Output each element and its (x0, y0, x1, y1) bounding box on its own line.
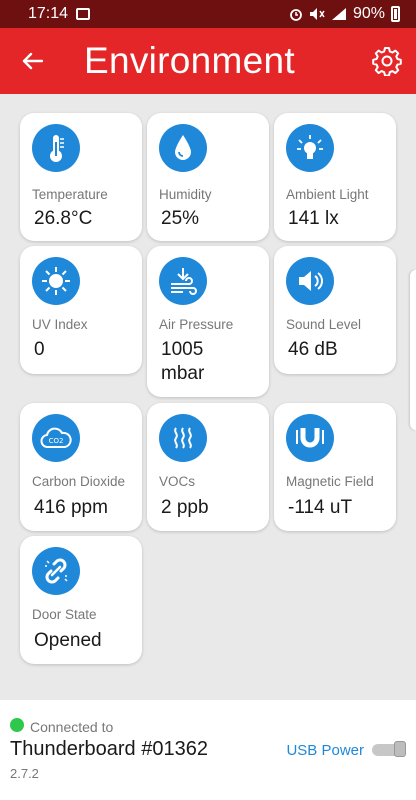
tile-carbon-dioxide[interactable]: CO2 Carbon Dioxide 416 ppm (20, 403, 142, 531)
status-time: 17:14 (28, 5, 69, 22)
broken-link-icon (32, 547, 80, 595)
status-bar: 17:14 90% (0, 0, 416, 28)
mute-icon (309, 8, 325, 20)
tile-value-unit: mbar (161, 363, 205, 384)
tile-label: Ambient Light (286, 187, 369, 202)
co2-icon-text: CO2 (49, 437, 64, 445)
page-title: Environment (84, 40, 296, 81)
tile-door-state[interactable]: Door State Opened (20, 536, 142, 664)
vapor-icon (159, 414, 207, 462)
scroll-edge-indicator[interactable] (410, 270, 416, 430)
image-notification-icon (76, 8, 91, 20)
device-name: Thunderboard #01362 (10, 738, 208, 760)
tile-value: 2 ppb (161, 497, 209, 518)
water-drop-icon (159, 124, 207, 172)
tile-label: Door State (32, 607, 97, 622)
sun-icon (32, 257, 80, 305)
tile-label: Air Pressure (159, 317, 234, 332)
settings-button[interactable] (368, 42, 406, 80)
co2-cloud-icon: CO2 (32, 414, 80, 462)
usb-power-icon (372, 741, 406, 757)
battery-percent: 90% (352, 5, 385, 22)
signal-icon (331, 8, 346, 20)
battery-icon (391, 6, 400, 22)
thermometer-icon (32, 124, 80, 172)
tile-value: -114 uT (288, 497, 353, 518)
alarm-icon (290, 9, 302, 21)
tile-ambient-light[interactable]: Ambient Light 141 lx (274, 113, 396, 241)
tile-value: 141 lx (288, 208, 339, 229)
tile-air-pressure[interactable]: Air Pressure 1005 mbar (147, 246, 269, 397)
tile-value: 416 ppm (34, 497, 108, 518)
connected-status-dot (10, 718, 24, 732)
tile-vocs[interactable]: VOCs 2 ppb (147, 403, 269, 531)
tile-label: Sound Level (286, 317, 362, 332)
app-version: 2.7.2 (10, 766, 39, 781)
back-button[interactable] (0, 28, 64, 94)
tile-uv-index[interactable]: UV Index 0 (20, 246, 142, 374)
air-pressure-icon (159, 257, 207, 305)
connection-footer: Connected to Thunderboard #01362 2.7.2 U… (0, 700, 416, 800)
tile-label: Humidity (159, 187, 212, 202)
app-bar: Environment (0, 28, 416, 94)
tile-value: Opened (34, 630, 102, 651)
tile-value: 1005 (161, 339, 204, 360)
tile-magnetic-field[interactable]: Magnetic Field -114 uT (274, 403, 396, 531)
tile-value: 46 dB (288, 339, 338, 360)
connected-label: Connected to (30, 719, 114, 735)
tile-sound-level[interactable]: Sound Level 46 dB (274, 246, 396, 374)
arrow-left-icon (22, 52, 43, 70)
tile-label: UV Index (32, 317, 88, 332)
tile-value: 25% (161, 208, 200, 229)
tile-temperature[interactable]: Temperature 26.8°C (20, 113, 142, 241)
tile-label: Carbon Dioxide (32, 474, 126, 489)
speaker-icon (286, 257, 334, 305)
tile-humidity[interactable]: Humidity 25% (147, 113, 269, 241)
gear-icon (372, 47, 402, 76)
tile-label: Magnetic Field (286, 474, 374, 489)
light-bulb-icon (286, 124, 334, 172)
tile-value: 0 (34, 339, 45, 360)
tile-label: VOCs (159, 474, 196, 489)
power-source-label: USB Power (286, 742, 364, 759)
tile-label: Temperature (32, 187, 108, 202)
magnet-icon (286, 414, 334, 462)
tile-value: 26.8°C (34, 208, 93, 229)
